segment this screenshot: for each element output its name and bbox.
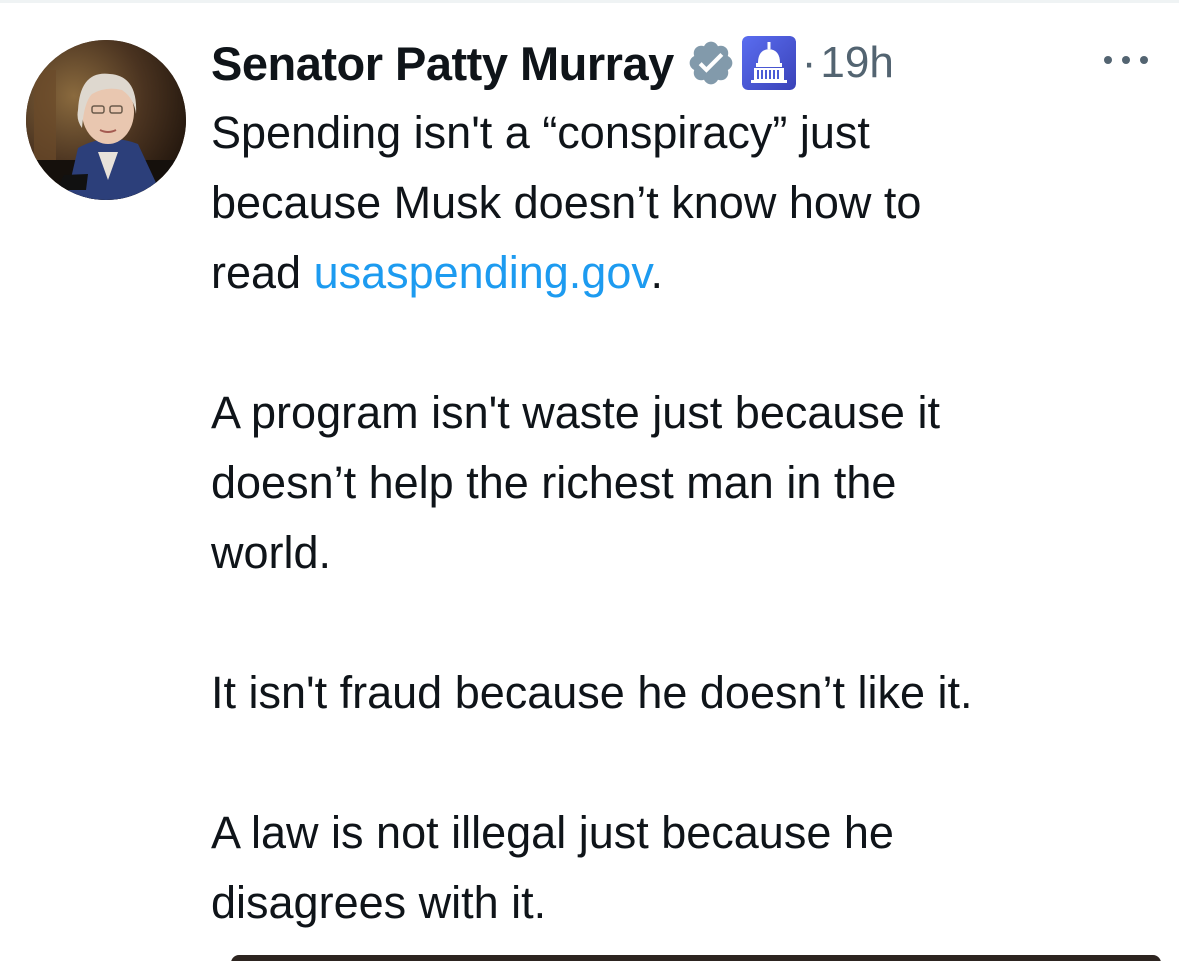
text-line: world.	[211, 527, 332, 578]
text-line: Spending isn't a “conspiracy” just	[211, 107, 870, 158]
display-name[interactable]: Senator Patty Murray	[211, 36, 674, 91]
text-line-suffix: .	[650, 247, 664, 298]
header-separator: ·	[801, 38, 817, 87]
timestamp[interactable]: 19h	[820, 38, 893, 88]
tweet[interactable]: Senator Patty Murray · 19h Spending isn'…	[0, 0, 1179, 961]
tweet-paragraph: A law is not illegal just because he dis…	[211, 798, 1161, 938]
verified-badge-icon[interactable]	[686, 38, 736, 88]
usaspending-link[interactable]: usaspending.gov	[314, 247, 651, 298]
avatar-photo	[26, 40, 186, 200]
media-attachment-edge[interactable]	[231, 955, 1161, 961]
avatar[interactable]	[26, 40, 186, 200]
text-line: It isn't fraud because he doesn’t like i…	[211, 667, 973, 718]
text-line-prefix: read	[211, 247, 314, 298]
tweet-paragraph: A program isn't waste just because it do…	[211, 378, 1161, 588]
tweet-text: Spending isn't a “conspiracy” just becau…	[211, 98, 1161, 938]
text-line: disagrees with it.	[211, 877, 547, 928]
text-line: A law is not illegal just because he	[211, 807, 894, 858]
tweet-paragraph: Spending isn't a “conspiracy” just becau…	[211, 98, 1161, 308]
tweet-header: Senator Patty Murray · 19h	[211, 28, 1161, 98]
text-line: A program isn't waste just because it	[211, 387, 940, 438]
capitol-building-icon[interactable]	[741, 36, 796, 90]
more-horizontal-icon[interactable]	[1100, 50, 1152, 70]
tweet-paragraph: It isn't fraud because he doesn’t like i…	[211, 658, 1161, 728]
text-line: because Musk doesn’t know how to	[211, 177, 922, 228]
text-line: doesn’t help the richest man in the	[211, 457, 897, 508]
tweet-content: Senator Patty Murray · 19h Spending isn'…	[211, 28, 1161, 938]
